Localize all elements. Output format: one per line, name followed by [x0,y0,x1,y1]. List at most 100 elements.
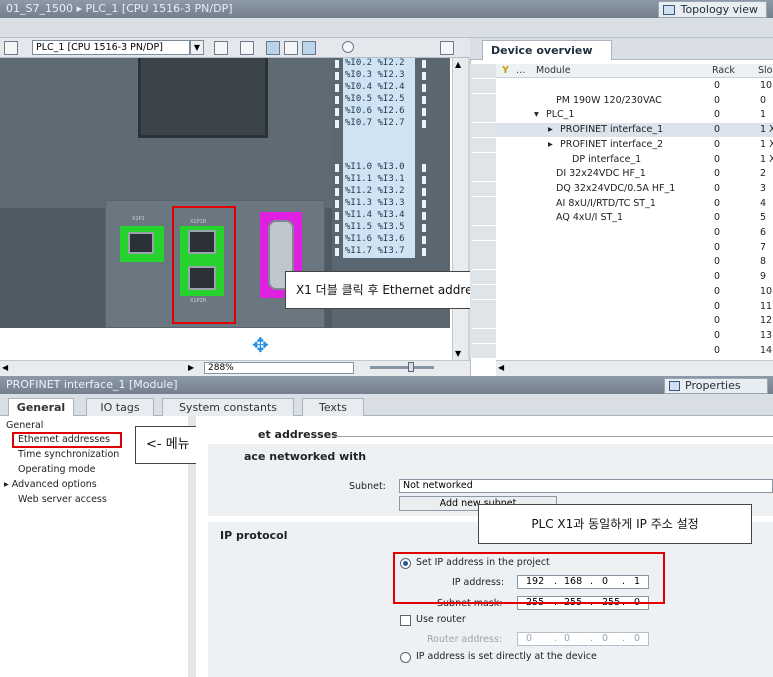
table-row[interactable]: 0 10 [496,285,773,299]
slot-cell: 10 [760,285,773,297]
chevron-right-icon[interactable]: ▶ [188,363,194,372]
tab-general[interactable]: General [8,398,74,417]
io-led-indicator [422,96,426,104]
device-table-icon[interactable] [214,41,228,55]
tab-system-constants[interactable]: System constants [162,398,294,416]
column-header-slot[interactable]: Slo [758,65,772,76]
nav-item-advanced-options[interactable]: ▸ Advanced options [4,479,97,490]
table-row[interactable]: 06 [496,226,773,240]
chevron-left-icon[interactable]: ◀ [2,363,8,372]
nav-item-web-server[interactable]: Web server access [18,494,107,505]
chevron-left-icon[interactable]: ◀ [498,363,504,372]
table-row[interactable]: 0 10 [496,79,773,93]
chevron-down-icon[interactable]: ▼ [190,40,204,55]
io-led-indicator [422,72,426,80]
network-icon[interactable] [4,41,18,55]
table-row[interactable]: 0 11 [496,300,773,314]
pointer-tool-icon[interactable] [266,41,280,55]
table-row[interactable]: 0 13 [496,329,773,343]
chevron-down-icon[interactable]: ▾ [534,109,539,120]
table-row[interactable]: 0 12 [496,314,773,328]
table-row[interactable]: ▸ PROFINET interface_1 0 1 X [496,123,773,138]
vertical-scrollbar[interactable]: ▲ ▼ [452,58,468,360]
io-led-indicator [335,248,339,256]
slot-cell: 5 [760,212,767,224]
column-header-module[interactable]: Module [536,65,571,76]
device-table-hscroll[interactable]: ◀ [496,360,773,376]
ethernet-highlight-box [12,432,122,448]
x1-highlight-box [172,206,236,324]
router-address-field[interactable]: 0 . 0 . 0 . 0 [517,632,649,646]
table-row[interactable]: DI 32x24VDC HF_1 0 2 [496,167,773,181]
table-row[interactable]: AQ 4xU/I ST_1 0 5 [496,211,773,225]
table-row[interactable]: ▸ PROFINET interface_2 0 1 X [496,138,773,152]
row-gutter [470,284,496,299]
chevron-right-icon[interactable]: ▸ [548,124,553,135]
row-gutter [470,299,496,314]
ip-direct-radio[interactable] [400,652,411,663]
io-led-indicator [422,212,426,220]
row-gutter [470,152,496,167]
io-led-indicator [422,248,426,256]
device-select[interactable]: PLC_1 [CPU 1516-3 PN/DP] [32,40,190,55]
chevron-right-icon[interactable]: ▸ [548,139,553,150]
row-gutter [470,240,496,255]
row-gutter [470,328,496,343]
x2-port[interactable] [120,226,164,262]
table-row[interactable]: PM 190W 120/230VAC 0 0 [496,94,773,108]
subnet-label: Subnet: [349,481,386,492]
zoom-level-select[interactable]: 288% [204,362,354,374]
row-gutter [470,343,496,358]
io-address-row: %I0.2 %I2.2 [343,58,415,70]
row-gutter [470,108,496,123]
subnet-select[interactable]: Not networked [399,479,773,493]
table-row[interactable]: DP interface_1 0 1 X [496,153,773,167]
ip-protocol-title: IP protocol [220,529,288,542]
io-led-indicator [335,60,339,68]
table-row[interactable]: 0 14 [496,344,773,358]
view-switch-bar [0,18,773,38]
io-led-indicator [335,84,339,92]
grid-icon[interactable] [240,41,254,55]
list-view-icon[interactable] [284,41,298,55]
io-address-row: %I1.0 %I3.0 [343,162,415,174]
overview-toggle-icon[interactable] [440,41,454,55]
zoom-slider[interactable] [370,362,434,372]
use-router-checkbox[interactable] [400,615,411,626]
nav-item-time-sync[interactable]: Time synchronization [18,449,119,460]
columns-icon[interactable] [302,41,316,55]
router-octet-2: 0 [564,633,571,644]
rack-cell: 0 [714,300,721,312]
io-led-indicator [422,224,426,232]
zoom-icon[interactable] [342,41,354,53]
slot-cell: 0 [760,94,767,106]
tab-texts[interactable]: Texts [302,398,364,416]
properties-button[interactable]: Properties [664,378,768,394]
io-led-indicator [422,176,426,184]
move-icon[interactable]: ✥ [252,333,269,357]
table-row[interactable]: AI 8xU/I/RTD/TC ST_1 0 4 [496,197,773,211]
table-row[interactable]: DQ 32x24VDC/0.5A HF_1 0 3 [496,182,773,196]
table-row[interactable]: 08 [496,255,773,269]
table-row[interactable]: 09 [496,270,773,284]
rack-cell: 0 [714,241,721,253]
divider [332,436,773,437]
filter-icon[interactable]: Y [502,65,509,76]
topology-view-button[interactable]: Topology view [657,1,767,18]
tab-io-tags[interactable]: IO tags [86,398,154,416]
table-row[interactable]: ▾ PLC_1 0 1 [496,108,773,122]
chevron-up-icon[interactable]: ▲ [455,60,461,69]
io-led-indicator [422,60,426,68]
nav-item-operating-mode[interactable]: Operating mode [18,464,95,475]
slot-cell: 4 [760,197,767,209]
rack-cell: 0 [714,256,721,268]
module-cell: AI 8xU/I/RTD/TC ST_1 [556,197,656,209]
module-cell: DQ 32x24VDC/0.5A HF_1 [556,182,676,194]
table-row[interactable]: 07 [496,241,773,255]
chevron-down-icon[interactable]: ▼ [455,349,461,358]
tab-device-overview[interactable]: Device overview [482,40,612,60]
column-header-rack[interactable]: Rack [712,65,735,76]
nav-item-general[interactable]: General [6,420,43,431]
slot-cell: 1 X [760,153,773,165]
rack-cell: 0 [714,285,721,297]
